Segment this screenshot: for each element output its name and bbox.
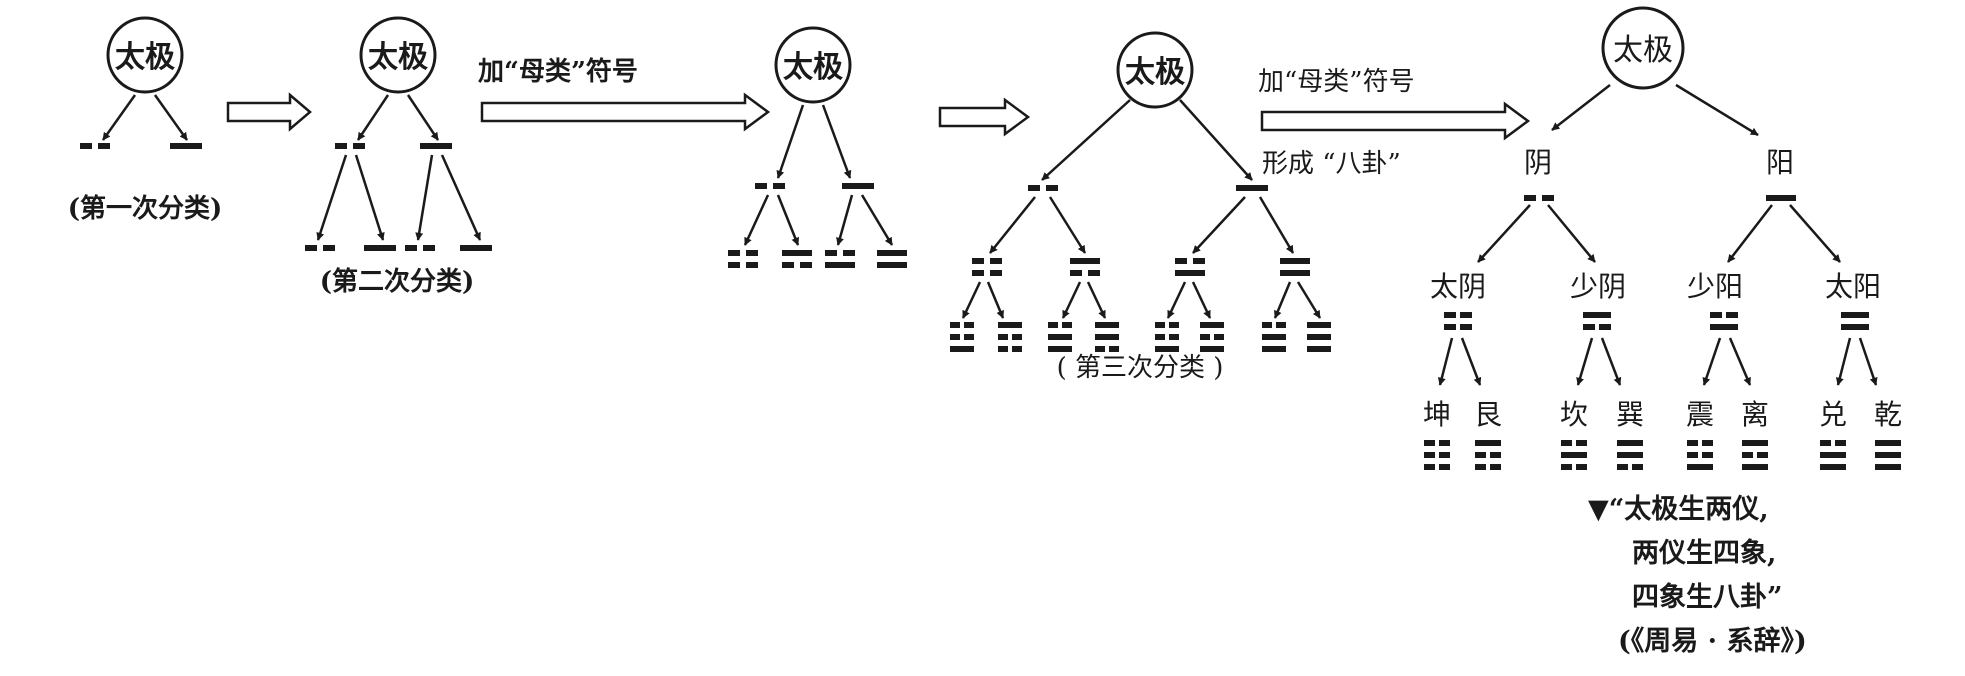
label-yang: 阳: [1766, 146, 1794, 179]
symbol-shaoyang: [1175, 258, 1205, 276]
caption-third-classification: ( 第三次分类 ): [1057, 353, 1224, 383]
symbol-yin: [1028, 185, 1058, 191]
label-add-mother-class-1: 加“母类”符号: [478, 56, 638, 87]
label-taiyin: 太阴: [1430, 270, 1486, 303]
branch-arrows: [356, 94, 440, 141]
symbol-shaoyang: [1710, 312, 1738, 330]
hollow-arrow-1: [226, 92, 312, 132]
quote-line-2: 两仪生四象,: [1632, 537, 1776, 569]
label-zhen: 震: [1686, 398, 1714, 431]
taiji-classification-diagram: 太极 (第一次分类) 太极 (第二次分类) 加“母类”符号 太极 太极 (第三…: [68, 6, 1902, 657]
symbol-taiyin: [1444, 312, 1472, 330]
taiji-label: 太极: [368, 40, 428, 75]
symbol-shaoyang: [405, 245, 435, 251]
stage-2: 太极 (第二次分类): [305, 16, 492, 297]
stage-3: 太极: [728, 26, 907, 268]
symbol-shaoyin: [782, 250, 812, 268]
trigram-gen: [1475, 440, 1501, 470]
symbol-shaoyin: [1070, 258, 1100, 276]
symbol-yang: [842, 183, 874, 189]
branch-arrows: [961, 281, 1322, 319]
trigram-xun: [1617, 440, 1643, 470]
trigram-qian: [1875, 440, 1901, 470]
taiji-label: 太极: [1125, 55, 1185, 90]
taiji-label: 太极: [115, 40, 175, 75]
quote-line-1: ▼“太极生两仪,: [1588, 494, 1769, 525]
symbol-yang: [170, 143, 202, 149]
label-shaoyang: 少阳: [1687, 270, 1743, 303]
symbol-shaoyin: [1583, 312, 1611, 330]
caption-second-classification: (第二次分类): [320, 266, 475, 297]
symbol-taiyang: [460, 245, 492, 251]
symbol-yang: [1766, 195, 1796, 201]
trigram-kun: [1424, 440, 1450, 470]
trigram-li: [1742, 440, 1768, 470]
label-qian: 乾: [1874, 398, 1902, 431]
taiji-label: 太极: [783, 50, 843, 85]
symbol-shaoyin: [364, 245, 396, 251]
symbol-yin: [755, 183, 785, 189]
label-kan: 坎: [1560, 398, 1588, 431]
branch-arrows: [989, 196, 1295, 254]
taiji-label: 太极: [1613, 33, 1673, 68]
stage-1: 太极 (第一次分类): [68, 16, 223, 224]
branch-arrows: [1437, 337, 1878, 386]
branch-arrows: [743, 194, 894, 246]
label-form-bagua: 形成 “八卦”: [1262, 149, 1401, 179]
caption-first-classification: (第一次分类): [68, 193, 223, 224]
branch-arrows: [1551, 83, 1759, 137]
quote-line-3: 四象生八卦”: [1632, 581, 1783, 613]
symbol-yin: [335, 143, 365, 149]
branch-arrows: [1477, 204, 1841, 263]
trigram-kan: [1561, 440, 1587, 470]
label-taiyang: 太阳: [1825, 270, 1881, 303]
label-yin: 阴: [1524, 146, 1552, 179]
hollow-arrow-4: [1260, 101, 1531, 141]
label-li: 离: [1741, 398, 1769, 431]
symbol-yin: [1524, 195, 1554, 201]
branch-arrows: [776, 104, 852, 179]
symbol-taiyin: [728, 250, 758, 268]
symbol-yin: [80, 143, 110, 149]
symbol-taiyin: [305, 245, 335, 251]
symbol-taiyang: [877, 250, 907, 268]
hollow-arrow-2: [480, 92, 771, 132]
label-dui: 兑: [1819, 398, 1847, 431]
symbol-yang: [1236, 185, 1268, 191]
symbol-yang: [420, 143, 452, 149]
symbol-shaoyang: [825, 250, 855, 268]
stage-5: 太极 阴 阳 太阴 少阴 少阳 太阳 坤 艮 坎 巽 震 离 兑 乾 ▼“太极生…: [1423, 6, 1902, 657]
quote-source: (《周易 · 系辞》): [1618, 625, 1807, 657]
branch-arrows: [316, 154, 482, 241]
branch-arrows: [1041, 99, 1253, 181]
branch-arrows: [101, 94, 189, 141]
label-add-mother-class-2: 加“母类”符号: [1258, 67, 1415, 97]
label-shaoyin: 少阴: [1570, 270, 1626, 303]
trigram-zhen: [1687, 440, 1713, 470]
label-gen: 艮: [1474, 398, 1502, 431]
symbol-taiyin: [972, 258, 1002, 276]
trigrams-row: [950, 322, 1331, 352]
symbol-taiyang: [1841, 312, 1869, 330]
hollow-arrow-3: [938, 97, 1031, 137]
trigram-dui: [1820, 440, 1846, 470]
label-xun: 巽: [1616, 398, 1644, 431]
label-kun: 坤: [1423, 398, 1451, 431]
symbol-taiyang: [1280, 258, 1310, 276]
